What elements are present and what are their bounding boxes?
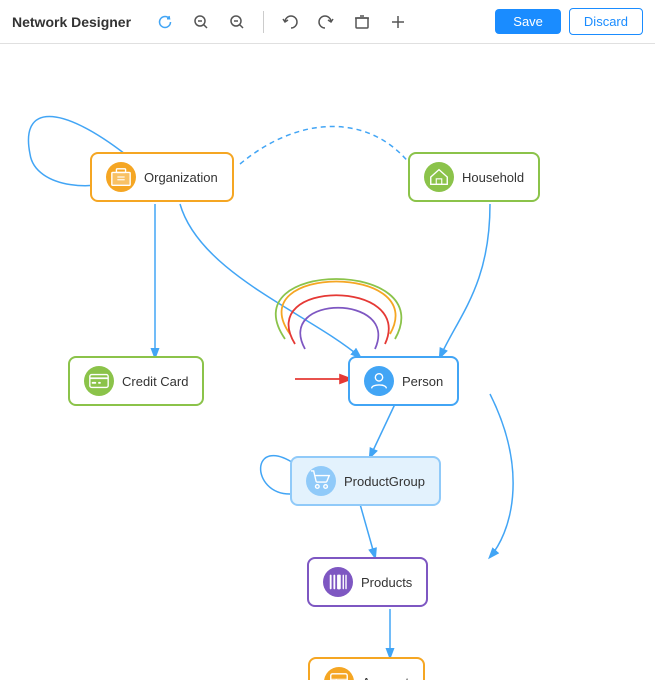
household-label: Household (462, 170, 524, 185)
credit-card-icon (84, 366, 114, 396)
products-icon (323, 567, 353, 597)
account-icon (324, 667, 354, 680)
zoom-in-button[interactable] (187, 8, 215, 36)
products-node[interactable]: Products (307, 557, 428, 607)
organization-node[interactable]: Organization (90, 152, 234, 202)
product-group-icon (306, 466, 336, 496)
toolbar: Network Designer (0, 0, 655, 44)
organization-label: Organization (144, 170, 218, 185)
household-node[interactable]: Household (408, 152, 540, 202)
divider-1 (263, 11, 264, 33)
household-icon (424, 162, 454, 192)
person-label: Person (402, 374, 443, 389)
add-button[interactable] (384, 8, 412, 36)
account-node[interactable]: Account (308, 657, 425, 680)
organization-icon (106, 162, 136, 192)
person-icon (364, 366, 394, 396)
undo-button[interactable] (276, 8, 304, 36)
products-label: Products (361, 575, 412, 590)
refresh-button[interactable] (151, 8, 179, 36)
redo-button[interactable] (312, 8, 340, 36)
credit-card-node[interactable]: Credit Card (68, 356, 204, 406)
delete-button[interactable] (348, 8, 376, 36)
zoom-out-button[interactable] (223, 8, 251, 36)
canvas[interactable]: Organization Household Credit Card (0, 44, 655, 680)
person-node[interactable]: Person (348, 356, 459, 406)
product-group-node[interactable]: ProductGroup (290, 456, 441, 506)
app-title: Network Designer (12, 14, 131, 30)
account-label: Account (362, 675, 409, 680)
save-button[interactable]: Save (495, 9, 561, 34)
product-group-label: ProductGroup (344, 474, 425, 489)
credit-card-label: Credit Card (122, 374, 188, 389)
discard-button[interactable]: Discard (569, 8, 643, 35)
